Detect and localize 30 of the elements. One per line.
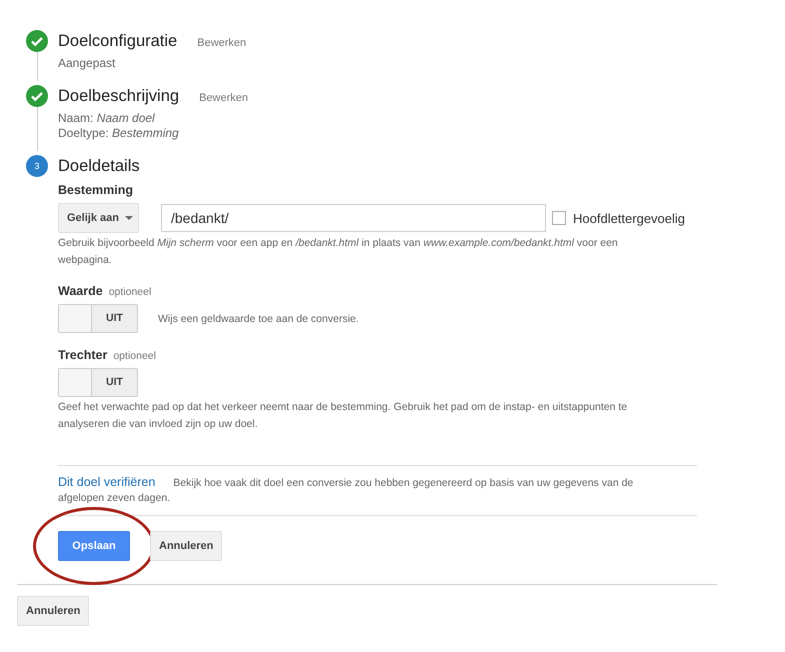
field-label: Waarde: [58, 284, 103, 298]
step-detail: Naam: Naam doel: [58, 111, 156, 126]
help-text: Geef het verwachte pad op dat het verkeer neemt naar de bestemming. Gebruik het pad om de instap- en uitstappunten te analyseren die van invloed zijn op uw doel.: [58, 400, 628, 432]
checkbox[interactable]: [552, 211, 566, 225]
verify-text: Dit doel verifiëren Bekijk hoe vaak dit doel een conversie zou hebben gegenereerd op basis van uw gegevens van de afgelopen zeven dagen.: [58, 475, 634, 506]
field-label: Bestemming: [58, 183, 134, 197]
help-text: Gebruik bijvoorbeeld Mijn scherm voor een app en /bedankt.html in plaats van www.example.com/bedankt.html voor een webpagina.: [58, 236, 619, 268]
optional-hint: optioneel: [108, 286, 152, 298]
match-dropdown[interactable]: Gelijk aan: [58, 203, 139, 233]
toggle-switch[interactable]: UIT: [58, 368, 138, 397]
optional-hint: optioneel: [113, 350, 156, 362]
checkbox-label: Hoofdlettergevoelig: [573, 210, 686, 226]
edit-link[interactable]: Bewerken: [199, 92, 248, 104]
verify-link[interactable]: Dit doel verifiëren: [58, 475, 156, 489]
caret-icon: [124, 216, 133, 220]
step-number: 3: [26, 155, 48, 177]
help-text: Wijs een geldwaarde toe aan de conversie.: [158, 312, 359, 324]
step-title: Doeldetails: [58, 156, 140, 177]
check-icon: [26, 30, 48, 52]
step-detail: Aangepast: [58, 56, 116, 71]
field-label: Trechter: [58, 348, 108, 362]
toggle-switch[interactable]: UIT: [58, 304, 138, 333]
cancel-button[interactable]: Annuleren: [17, 596, 90, 626]
step-title: Doelbeschrijving: [58, 86, 180, 107]
step-title: Doelconfiguratie: [58, 31, 178, 52]
step-detail: Doeltype: Bestemming: [58, 126, 180, 141]
cancel-button[interactable]: Annuleren: [150, 531, 222, 561]
url-field[interactable]: /bedankt/: [161, 204, 546, 232]
check-icon: [26, 85, 48, 107]
edit-link[interactable]: Bewerken: [197, 37, 246, 49]
